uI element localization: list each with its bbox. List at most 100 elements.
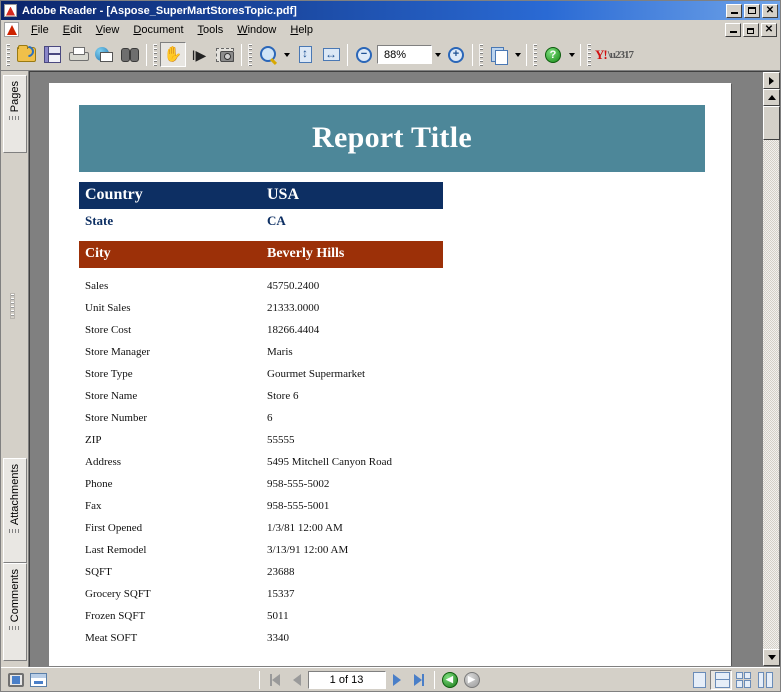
fit-page-button[interactable] <box>292 42 318 67</box>
open-file-button[interactable] <box>13 42 39 67</box>
camera-icon <box>216 47 234 62</box>
report-data-row: Fax 958-555-5001 <box>79 495 639 517</box>
printer-icon <box>69 46 89 63</box>
zoom-tool-button[interactable] <box>255 42 281 67</box>
pdf-document-icon <box>4 22 19 37</box>
page-number-input[interactable]: 1 of 13 <box>307 670 386 689</box>
report-data-label: Sales <box>85 280 109 292</box>
toolbar-grip[interactable] <box>153 43 157 66</box>
report-data-row: Frozen SQFT 5011 <box>79 605 639 627</box>
zoom-out-button[interactable]: − <box>351 42 377 67</box>
header-row-city: City Beverly Hills <box>79 241 443 268</box>
select-tool-button[interactable]: I▶ <box>186 42 212 67</box>
report-data-row: ZIP 55555 <box>79 429 639 451</box>
vertical-scrollbar[interactable] <box>762 72 780 666</box>
fit-width-button[interactable] <box>318 42 344 67</box>
report-data-value: 15337 <box>267 588 295 600</box>
pages-panel-button[interactable] <box>486 42 512 67</box>
arrow-up-icon <box>767 95 776 100</box>
next-view-button[interactable]: ▶ <box>461 670 483 690</box>
yahoo-icon: Y! \u2317 <box>595 46 634 62</box>
menu-tools[interactable]: Tools <box>191 22 231 38</box>
zoom-control-group: − 88% + <box>351 42 469 67</box>
mdi-restore-button[interactable] <box>743 22 759 37</box>
zoom-in-button[interactable]: + <box>443 42 469 67</box>
mdi-child-window-controls: ✕ <box>725 22 777 37</box>
menu-help[interactable]: Help <box>283 22 320 38</box>
report-data-row: SQFT 23688 <box>79 561 639 583</box>
zoom-level-dropdown[interactable] <box>432 42 443 67</box>
toolbar-separator <box>347 43 348 66</box>
scroll-down-button[interactable] <box>763 649 780 666</box>
minimize-button[interactable] <box>726 3 742 18</box>
scrollbar-thumb[interactable] <box>763 106 780 140</box>
help-dropdown[interactable] <box>566 42 577 67</box>
report-data-value: 3/13/91 12:00 AM <box>267 544 349 556</box>
previous-page-icon <box>292 673 301 686</box>
status-separator <box>258 670 260 689</box>
green-question-icon: ? <box>545 46 561 63</box>
header-label-state: State <box>85 213 114 228</box>
save-button[interactable] <box>39 42 65 67</box>
report-data-row: Store Number 6 <box>79 407 639 429</box>
search-button[interactable] <box>117 42 143 67</box>
mdi-minimize-button[interactable] <box>725 22 741 37</box>
sidebar-resize-handle[interactable] <box>10 293 15 320</box>
pages-panel-dropdown[interactable] <box>512 42 523 67</box>
folder-open-icon <box>16 45 36 62</box>
toolbar-grip[interactable] <box>533 43 537 66</box>
header-value-state: CA <box>267 213 286 228</box>
magnifier-icon <box>259 46 277 63</box>
toolbar-grip[interactable] <box>479 43 483 66</box>
window-controls: ✕ <box>726 3 778 18</box>
menu-file[interactable]: File <box>24 22 56 38</box>
report-data-label: Frozen SQFT <box>85 610 146 622</box>
tab-grip-icon <box>9 116 21 121</box>
pdf-canvas[interactable]: Report Title Country USA State CA City B… <box>30 72 762 666</box>
report-data-value: 21333.0000 <box>267 302 320 314</box>
window-split-button[interactable] <box>27 670 49 690</box>
layout-single-page-button[interactable] <box>688 670 710 690</box>
menu-bar: File Edit View Document Tools Window Hel… <box>1 20 780 39</box>
menu-view[interactable]: View <box>89 22 127 38</box>
layout-facing-button[interactable] <box>732 670 754 690</box>
toolbar-grip[interactable] <box>248 43 252 66</box>
scrollbar-track[interactable] <box>763 140 779 649</box>
menu-document[interactable]: Document <box>126 22 190 38</box>
menu-window[interactable]: Window <box>230 22 283 38</box>
print-button[interactable] <box>65 42 91 67</box>
help-button[interactable]: ? <box>540 42 566 67</box>
zoom-level-input[interactable]: 88% <box>377 45 432 64</box>
sidebar-tab-attachments[interactable]: Attachments <box>3 458 27 563</box>
snapshot-tool-button[interactable] <box>212 42 238 67</box>
scroll-up-button[interactable] <box>763 89 780 106</box>
forward-arrow-icon: ▶ <box>463 671 480 688</box>
report-data-value: 18266.4404 <box>267 324 320 336</box>
toolbar-grip[interactable] <box>6 43 10 66</box>
single-page-mode-button[interactable] <box>5 670 27 690</box>
previous-page-button[interactable] <box>286 670 308 690</box>
scroll-right-button[interactable] <box>763 72 780 89</box>
mdi-close-button[interactable]: ✕ <box>761 22 777 37</box>
menu-edit[interactable]: Edit <box>56 22 89 38</box>
layout-continuous-facing-button[interactable] <box>754 670 776 690</box>
yahoo-toolbar-button[interactable]: Y! \u2317 <box>594 42 634 67</box>
report-data-label: Grocery SQFT <box>85 588 151 600</box>
zoom-tool-dropdown[interactable] <box>281 42 292 67</box>
sidebar-tab-pages[interactable]: Pages <box>3 75 27 153</box>
last-page-button[interactable] <box>408 670 430 690</box>
first-page-button[interactable] <box>264 670 286 690</box>
hand-tool-button[interactable]: ✋ <box>160 42 186 67</box>
email-button[interactable] <box>91 42 117 67</box>
previous-view-button[interactable]: ◀ <box>439 670 461 690</box>
adobe-pdf-icon <box>4 3 18 18</box>
toolbar-grip[interactable] <box>587 43 591 66</box>
report-data-value: 1/3/81 12:00 AM <box>267 522 343 534</box>
facing-layout-icon <box>735 671 751 688</box>
arrow-down-icon <box>767 655 776 660</box>
sidebar-tab-comments[interactable]: Comments <box>3 563 27 661</box>
maximize-button[interactable] <box>744 3 760 18</box>
layout-continuous-button[interactable] <box>710 669 732 690</box>
close-button[interactable]: ✕ <box>762 3 778 18</box>
next-page-button[interactable] <box>386 670 408 690</box>
